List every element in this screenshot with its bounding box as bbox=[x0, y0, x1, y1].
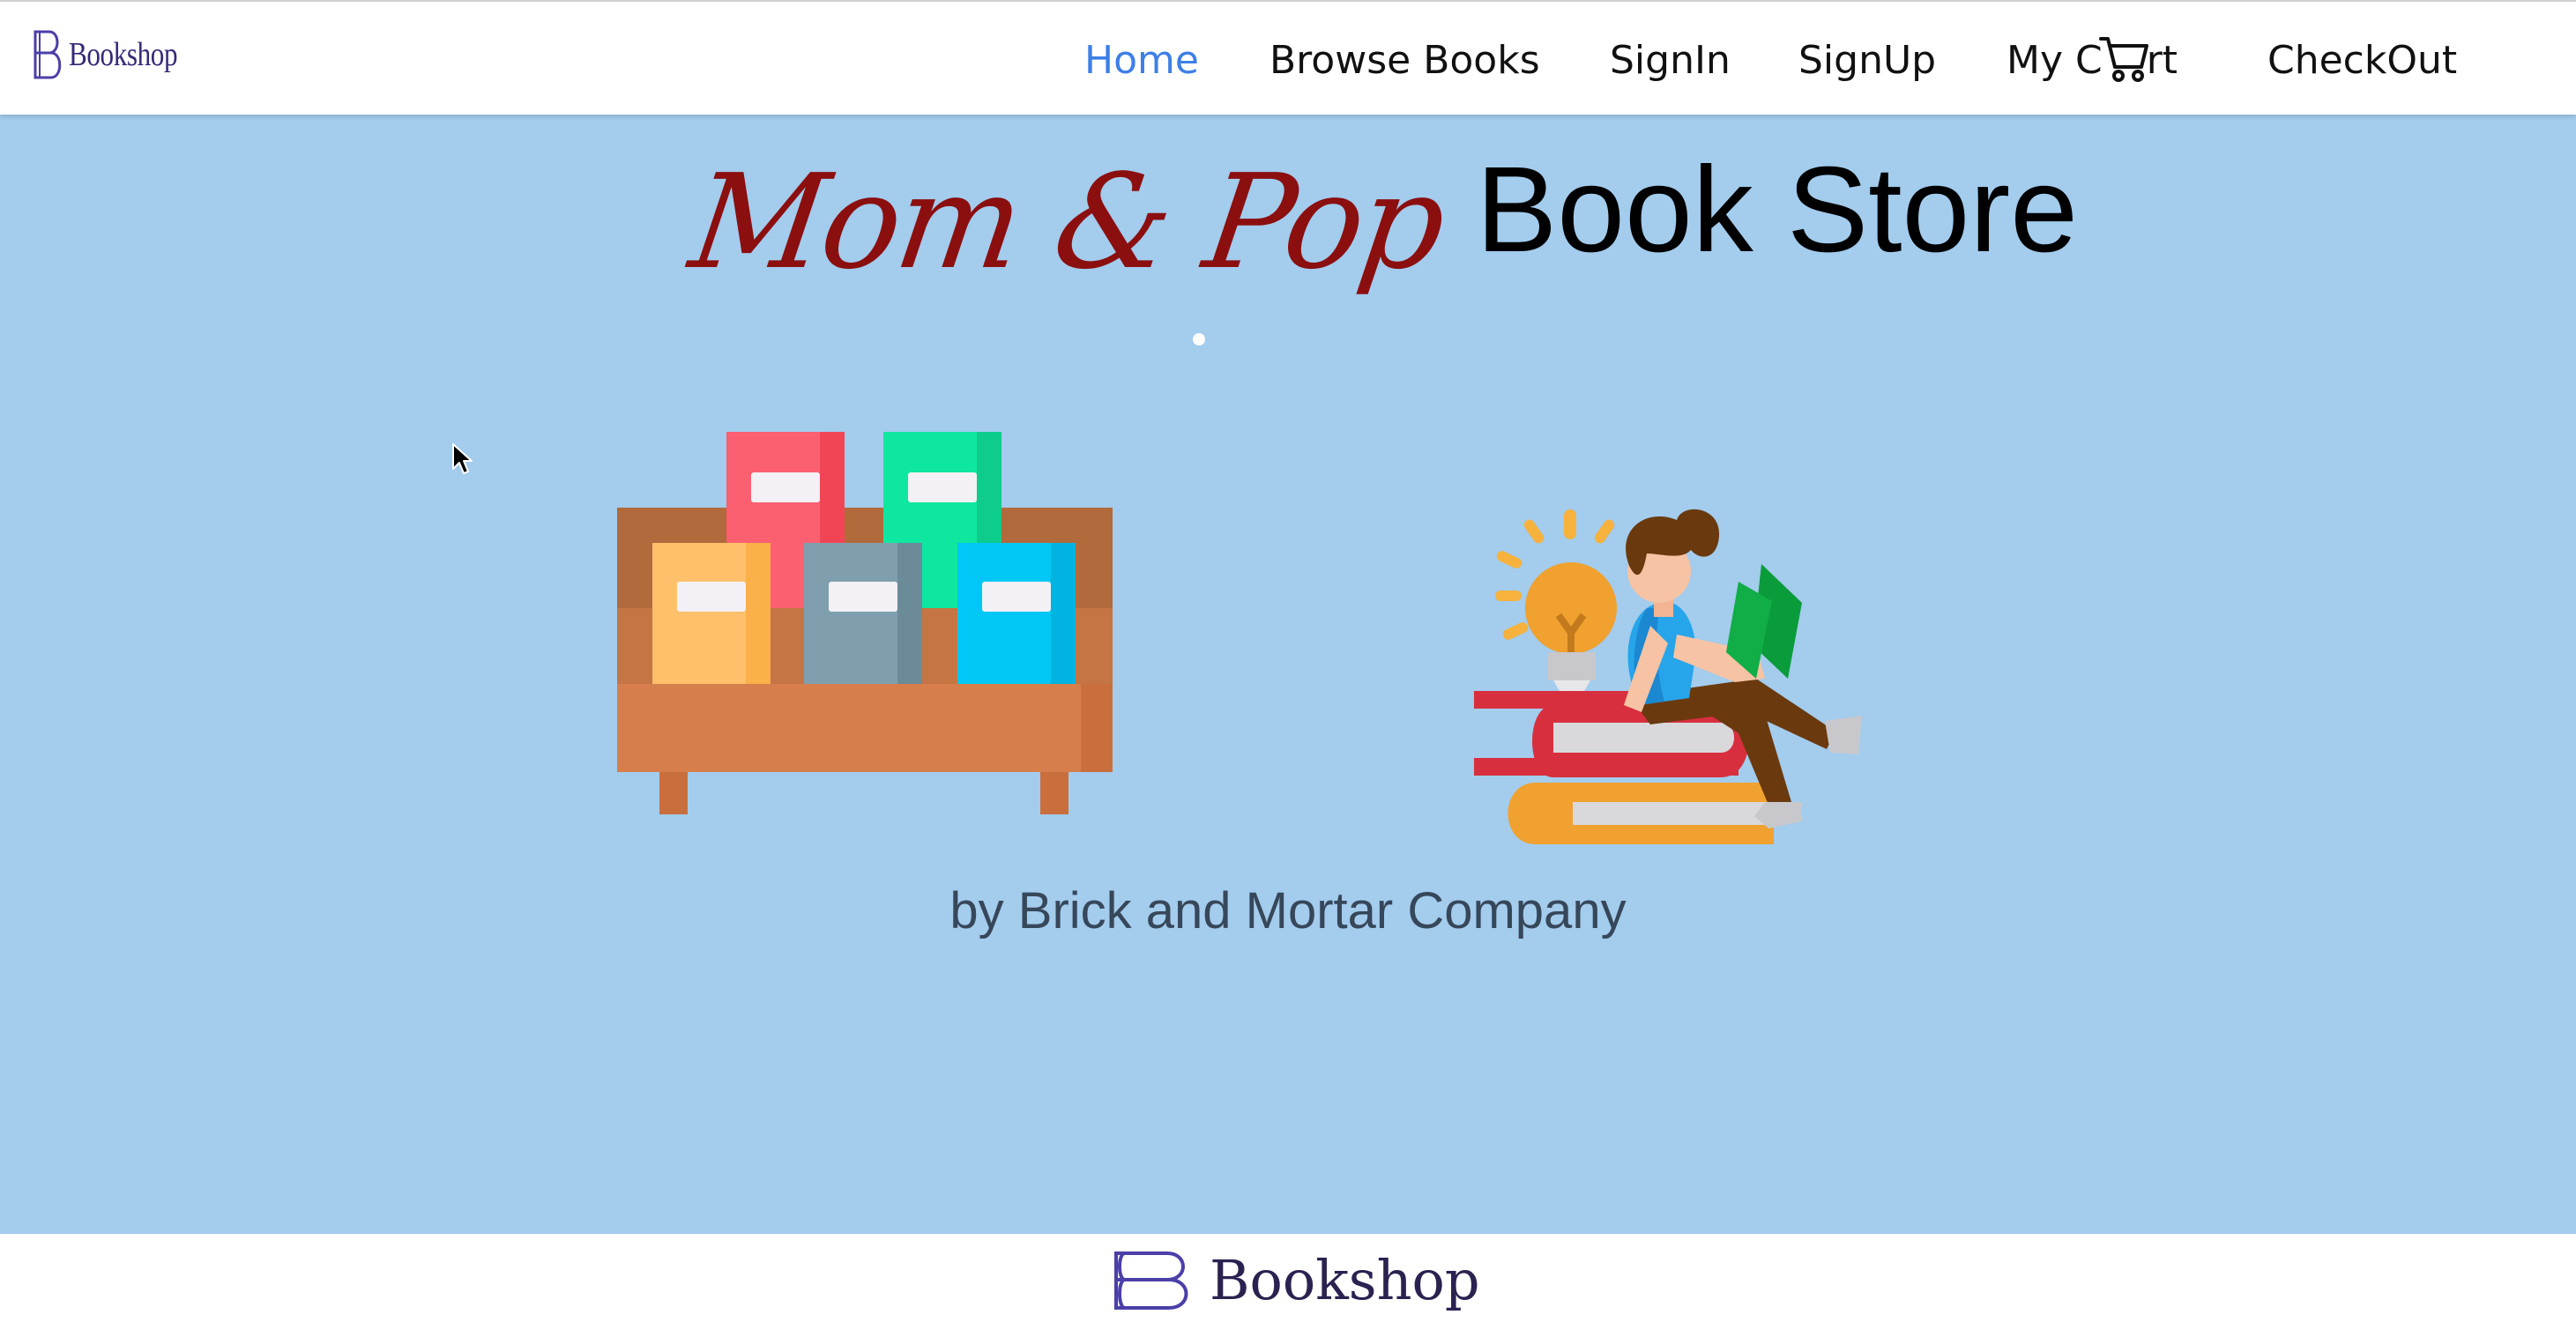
hero-subtitle: by Brick and Mortar Company bbox=[949, 882, 1627, 940]
footer: Bookshop bbox=[0, 1234, 2576, 1322]
cart-icon bbox=[2098, 30, 2150, 85]
bookshelf-illustration bbox=[617, 432, 1113, 814]
nav-signin[interactable]: SignIn bbox=[1610, 30, 1731, 92]
nav-my-cart[interactable]: My C rt bbox=[2006, 30, 2178, 92]
nav-home[interactable]: Home bbox=[1084, 30, 1199, 92]
brand-name: Bookshop bbox=[69, 36, 178, 73]
footer-brand[interactable]: Bookshop bbox=[1113, 1248, 1480, 1312]
bookshop-logo-icon bbox=[34, 30, 62, 79]
reading-person-illustration bbox=[1474, 509, 1862, 844]
nav-my-cart-label-suffix: rt bbox=[2146, 38, 2178, 83]
hero-title-script: Mom & Pop bbox=[681, 146, 1452, 298]
nav-checkout[interactable]: CheckOut bbox=[2267, 30, 2457, 92]
nav-my-cart-label-prefix: My C bbox=[2006, 38, 2103, 83]
hero-title: Mom & Pop Book Store bbox=[682, 122, 2078, 298]
carousel-indicator-dot[interactable] bbox=[1193, 333, 1205, 345]
bookshop-logo-icon bbox=[1114, 1251, 1188, 1310]
hero-title-plain: Book Store bbox=[1476, 142, 2078, 278]
footer-brand-name: Bookshop bbox=[1210, 1248, 1480, 1312]
brand-logo[interactable]: Bookshop bbox=[32, 25, 201, 85]
nav-signup[interactable]: SignUp bbox=[1798, 30, 1936, 92]
navbar: Bookshop Home Browse Books SignIn SignUp… bbox=[0, 0, 2576, 115]
mouse-cursor-icon bbox=[452, 443, 473, 474]
nav-browse-books[interactable]: Browse Books bbox=[1269, 30, 1540, 92]
